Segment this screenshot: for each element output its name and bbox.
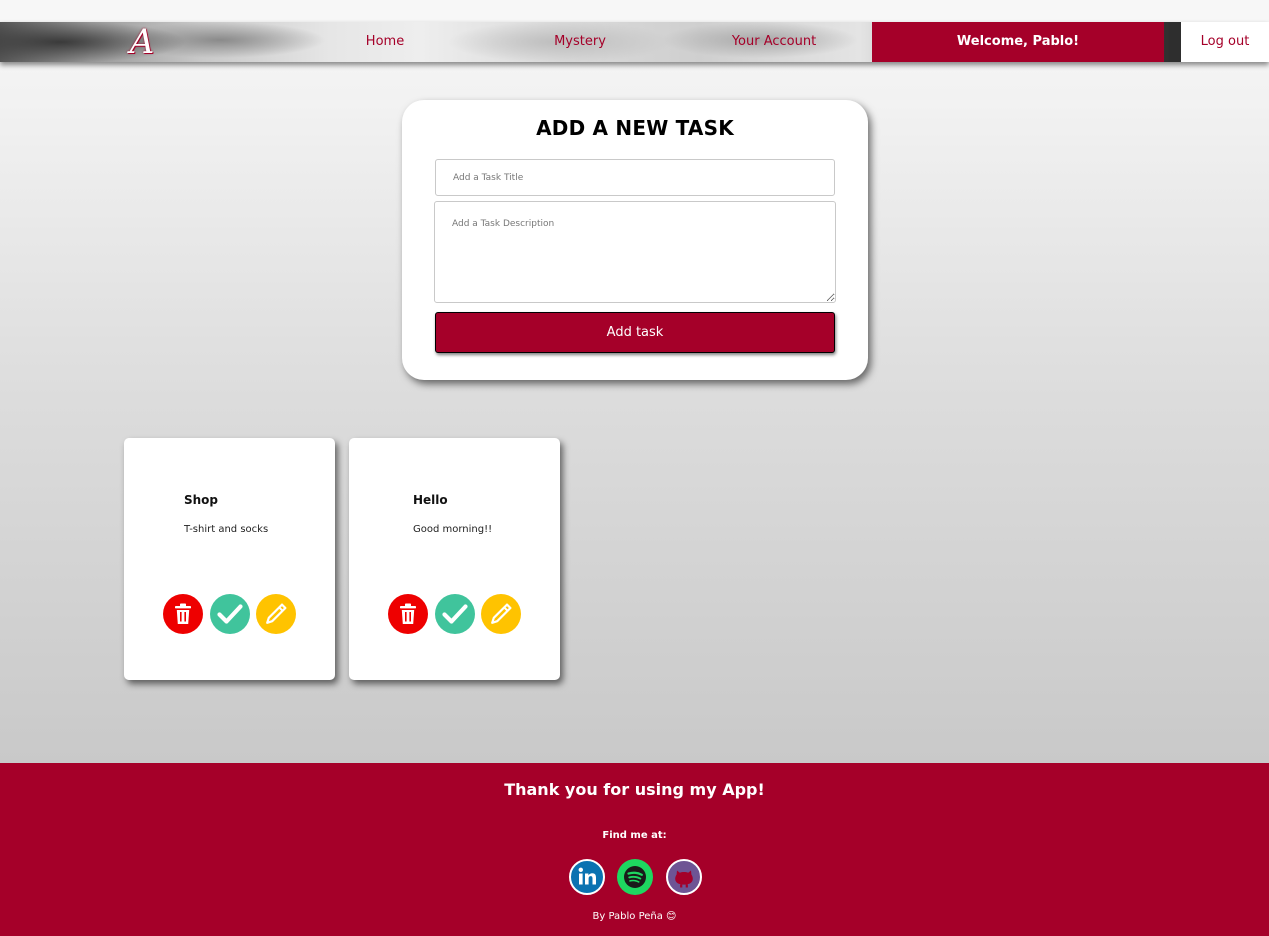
- task-description: T-shirt and socks: [184, 524, 269, 535]
- logout-button[interactable]: Log out: [1181, 22, 1269, 62]
- check-icon: [442, 604, 468, 624]
- complete-task-button[interactable]: [210, 594, 250, 634]
- footer-find-me: Find me at:: [602, 830, 667, 841]
- form-title: ADD A NEW TASK: [536, 116, 734, 140]
- task-card: Shop T-shirt and socks: [124, 438, 335, 680]
- linkedin-icon: [578, 867, 596, 885]
- complete-task-button[interactable]: [435, 594, 475, 634]
- delete-task-button[interactable]: [388, 594, 428, 634]
- linkedin-link[interactable]: [569, 859, 605, 895]
- pencil-icon: [491, 603, 512, 624]
- edit-task-button[interactable]: [481, 594, 521, 634]
- trash-icon: [175, 603, 191, 624]
- nav-link-your-account[interactable]: Your Account: [714, 22, 834, 62]
- top-strip: [0, 0, 1269, 22]
- task-card: Hello Good morning!!: [349, 438, 560, 680]
- task-title: Hello: [413, 493, 448, 507]
- delete-task-button[interactable]: [163, 594, 203, 634]
- task-description: Good morning!!: [413, 524, 493, 535]
- nav-link-home[interactable]: Home: [335, 22, 435, 62]
- task-description-input[interactable]: [434, 201, 836, 303]
- github-link[interactable]: [666, 859, 702, 895]
- footer: Thank you for using my App! Find me at: …: [0, 763, 1269, 936]
- nav-link-mystery[interactable]: Mystery: [530, 22, 630, 62]
- trash-icon: [400, 603, 416, 624]
- github-icon: [675, 870, 693, 888]
- footer-byline: By Pablo Peña 😊: [592, 911, 677, 922]
- pencil-icon: [266, 603, 287, 624]
- check-icon: [217, 604, 243, 624]
- task-title-input[interactable]: [435, 159, 835, 196]
- edit-task-button[interactable]: [256, 594, 296, 634]
- task-title: Shop: [184, 493, 219, 507]
- add-task-form: ADD A NEW TASK Add task: [402, 100, 868, 380]
- add-task-button[interactable]: Add task: [435, 312, 835, 353]
- welcome-banner: Welcome, Pablo!: [872, 22, 1164, 62]
- navbar: A Home Mystery Your Account Welcome, Pab…: [0, 22, 1269, 62]
- footer-thanks: Thank you for using my App!: [504, 780, 765, 799]
- spotify-icon: [624, 866, 646, 888]
- logo[interactable]: A: [122, 22, 162, 62]
- spotify-link[interactable]: [617, 859, 653, 895]
